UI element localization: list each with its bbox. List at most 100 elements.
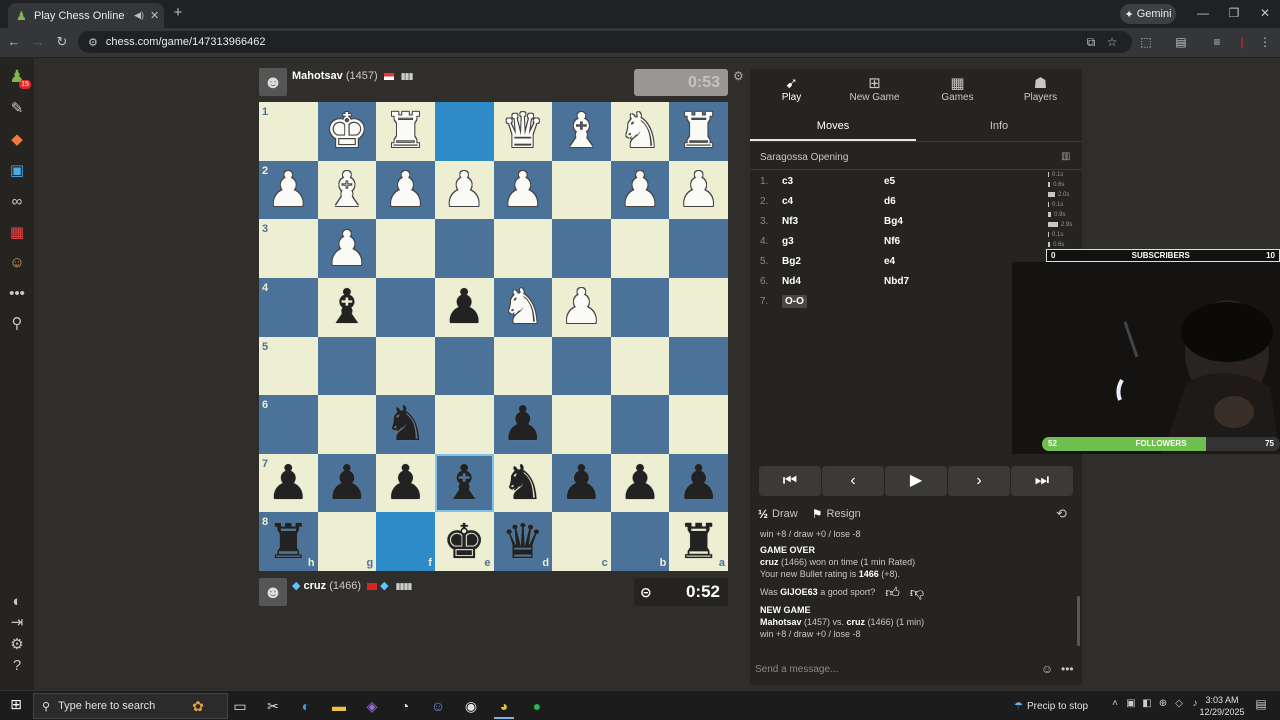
black-move[interactable]: Bg4	[884, 216, 951, 227]
chess-board[interactable]: 1 ♚ ♜ ♛ ♝ ♞ ♜ 2 ♟ ♝ ♟ ♟ ♟ ♟ ♟ 3 ♟ 4 ♝ ♟ ♞ ♟ 5 6 ♞ ♟ 7 ♟ ♟ ♟ ♝ ♞ ♟ ♟ ♟ 8 h ♜ g f…	[259, 102, 728, 571]
minimize-icon[interactable]: —	[1194, 5, 1212, 21]
white-pawn-icon[interactable]: ♟	[435, 161, 494, 220]
obs-icon[interactable]: ◉	[461, 696, 481, 716]
white-move[interactable]: Bg2	[782, 256, 849, 267]
white-move[interactable]: Nf3	[782, 216, 849, 227]
black-bishop-icon[interactable]: ♝	[435, 454, 494, 513]
site-info-icon[interactable]: ⚙	[88, 36, 98, 49]
white-king-icon[interactable]: ♚	[318, 102, 377, 161]
board-square[interactable]: ♝	[434, 453, 494, 513]
chat-options-icon[interactable]: •••	[1061, 662, 1077, 676]
more-icon[interactable]: •••	[5, 283, 29, 305]
white-move[interactable]: c3	[782, 176, 849, 187]
board-square[interactable]: ♞	[493, 453, 553, 513]
chat-scrollbar[interactable]	[1077, 596, 1080, 646]
black-knight-icon[interactable]: ♞	[376, 395, 435, 454]
white-bishop-icon[interactable]: ♝	[552, 102, 611, 161]
board-square[interactable]: ♟	[376, 160, 435, 220]
board-square[interactable]	[610, 219, 670, 278]
board-square[interactable]: a ♜	[669, 512, 728, 571]
panel-tab[interactable]: ▦ Games	[916, 69, 999, 109]
black-pawn-icon[interactable]: ♟	[611, 454, 670, 513]
draw-button[interactable]: ½ Draw	[758, 507, 798, 521]
subtab-moves[interactable]: Moves	[750, 112, 916, 141]
white-move[interactable]: g3	[782, 236, 849, 247]
app-icon[interactable]: ◔	[395, 696, 415, 716]
board-square[interactable]: ♜	[669, 102, 728, 161]
board-square[interactable]	[376, 336, 435, 396]
player-name-block[interactable]: ◆ cruz (1466) ◆ ▮▮▮▮	[292, 579, 412, 592]
install-app-icon[interactable]: ⧉	[1083, 34, 1099, 50]
binoculars-icon[interactable]: ∞	[5, 191, 29, 213]
black-rook-icon[interactable]: ♜	[669, 512, 728, 571]
white-queen-icon[interactable]: ♛	[494, 102, 553, 161]
board-square[interactable]	[669, 219, 728, 278]
emoji-icon[interactable]: ☺	[1041, 662, 1055, 676]
board-square[interactable]	[493, 336, 553, 396]
reload-icon[interactable]: ↻	[53, 33, 71, 51]
board-square[interactable]: d ♛	[493, 512, 553, 571]
explorer-icon[interactable]: ▥	[1061, 151, 1071, 163]
theme-icon[interactable]: ◐	[5, 591, 29, 613]
split-view-icon[interactable]: ▤	[1173, 34, 1189, 50]
board-square[interactable]: ♟	[669, 453, 728, 513]
extensions-icon[interactable]: ⬚	[1138, 34, 1154, 50]
white-pawn-icon[interactable]: ♟	[376, 161, 435, 220]
board-square[interactable]	[434, 395, 494, 454]
board-square[interactable]	[552, 336, 611, 396]
board-square[interactable]	[434, 102, 494, 161]
board-square[interactable]	[669, 336, 728, 396]
back-icon[interactable]: ←	[5, 33, 23, 51]
thumbs-up-icon[interactable]: 👍︎	[885, 585, 900, 599]
resign-button[interactable]: ⚑ Resign	[812, 507, 861, 521]
weather-widget[interactable]: ☂ Precip to stop	[1014, 697, 1104, 715]
board-square[interactable]: ♟	[610, 453, 670, 513]
board-square[interactable]	[669, 277, 728, 337]
white-pawn-icon[interactable]: ♟	[552, 278, 611, 337]
board-square[interactable]	[376, 277, 435, 337]
media-icon[interactable]: ≡	[1209, 34, 1225, 50]
board-square[interactable]	[552, 160, 611, 220]
thumbs-down-icon[interactable]: 👎︎	[910, 585, 924, 599]
white-pawn-icon[interactable]: ♟	[494, 161, 553, 220]
board-square[interactable]: ♞	[376, 395, 435, 454]
board-square[interactable]: ♝	[317, 160, 377, 220]
last-move-button[interactable]: ⏭	[1011, 466, 1073, 496]
board-square[interactable]: ♟	[317, 219, 377, 278]
board-square[interactable]	[669, 395, 728, 454]
notifications-icon[interactable]: ▤	[1254, 697, 1268, 711]
black-move[interactable]: d6	[884, 196, 951, 207]
black-pawn-icon[interactable]: ♟	[259, 454, 318, 513]
white-rook-icon[interactable]: ♜	[669, 102, 728, 161]
first-move-button[interactable]: ⏮	[759, 466, 821, 496]
white-rook-icon[interactable]: ♜	[376, 102, 435, 161]
file-explorer-icon[interactable]: ▬	[329, 696, 349, 716]
board-square[interactable]	[376, 219, 435, 278]
panel-tab[interactable]: ➹ Play	[750, 69, 833, 109]
board-square[interactable]: ♟	[317, 453, 377, 513]
flip-board-icon[interactable]: ⟲	[1056, 506, 1072, 522]
white-pawn-icon[interactable]: ♟	[669, 161, 728, 220]
board-square[interactable]: ♞	[610, 102, 670, 161]
puzzle-icon[interactable]: ✎	[5, 98, 29, 120]
board-square[interactable]: 5	[259, 336, 318, 396]
white-knight-icon[interactable]: ♞	[611, 102, 670, 161]
board-square[interactable]: ♟	[434, 160, 494, 220]
board-square[interactable]: e ♚	[434, 512, 494, 571]
black-king-icon[interactable]: ♚	[435, 512, 494, 571]
spotify-icon[interactable]: ●	[527, 696, 547, 716]
subtab-info[interactable]: Info	[916, 112, 1082, 141]
black-pawn-icon[interactable]: ♟	[669, 454, 728, 513]
previous-move-button[interactable]: ‹	[822, 466, 884, 496]
board-square[interactable]	[317, 336, 377, 396]
board-square[interactable]: ♜	[376, 102, 435, 161]
board-square[interactable]: 8 h ♜	[259, 512, 318, 571]
white-pawn-icon[interactable]: ♟	[611, 161, 670, 220]
system-clock[interactable]: 3:03 AM 12/29/2025	[1196, 694, 1248, 718]
learn-icon[interactable]: ◆	[5, 129, 29, 151]
chrome-icon[interactable]: ◕	[494, 696, 514, 716]
tray-app-icon[interactable]: ◧	[1140, 698, 1154, 712]
search-icon[interactable]: ⚲	[5, 313, 29, 335]
black-move[interactable]: Nbd7	[884, 276, 951, 287]
board-square[interactable]: ♚	[317, 102, 377, 161]
